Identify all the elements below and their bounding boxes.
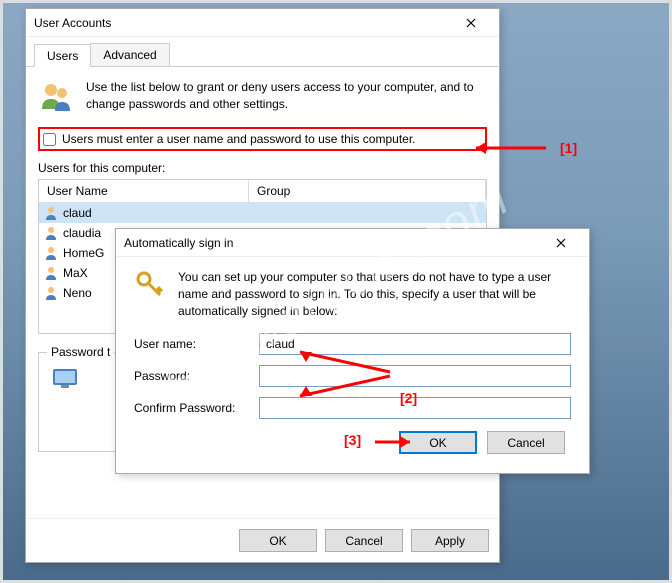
user-icon: [43, 225, 59, 241]
user-icon: [43, 245, 59, 261]
dialog-titlebar: Automatically sign in: [116, 229, 589, 257]
column-group[interactable]: Group: [249, 180, 486, 202]
annotation-1: [1]: [560, 140, 577, 156]
dialog-ok-button[interactable]: OK: [399, 431, 477, 454]
window-title: User Accounts: [34, 16, 111, 30]
list-header: User Name Group: [39, 180, 486, 203]
confirm-row: Confirm Password:: [134, 397, 571, 419]
user-icon: [43, 265, 59, 281]
close-icon: [466, 18, 476, 28]
user-name-cell: claud: [63, 206, 92, 220]
user-name-cell: MaX: [63, 266, 88, 280]
tab-strip: Users Advanced: [26, 37, 499, 67]
users-icon: [38, 79, 74, 115]
keys-icon: [134, 269, 166, 301]
password-legend: Password t: [47, 345, 114, 359]
users-for-label: Users for this computer:: [38, 161, 487, 175]
tab-advanced[interactable]: Advanced: [90, 43, 169, 66]
username-input[interactable]: [259, 333, 571, 355]
user-name-cell: claudia: [63, 226, 101, 240]
password-label: Password:: [134, 369, 259, 383]
user-icon: [43, 285, 59, 301]
password-row: Password:: [134, 365, 571, 387]
must-enter-checkbox[interactable]: [43, 133, 56, 146]
password-input[interactable]: [259, 365, 571, 387]
main-button-row: OK Cancel Apply: [26, 518, 499, 562]
must-enter-checkbox-row[interactable]: Users must enter a user name and passwor…: [38, 127, 487, 151]
dialog-title: Automatically sign in: [124, 236, 233, 250]
close-icon: [556, 238, 566, 248]
monitor-key-icon: [49, 363, 85, 399]
intro-text: Use the list below to grant or deny user…: [86, 79, 487, 115]
ok-button[interactable]: OK: [239, 529, 317, 552]
close-button[interactable]: [451, 13, 491, 33]
auto-signin-dialog: Automatically sign in You can set up you…: [115, 228, 590, 474]
confirm-input[interactable]: [259, 397, 571, 419]
dialog-intro-text: You can set up your computer so that use…: [178, 269, 571, 319]
dialog-close-button[interactable]: [541, 233, 581, 253]
username-row: User name:: [134, 333, 571, 355]
tab-users[interactable]: Users: [34, 44, 91, 67]
user-name-cell: HomeG: [63, 246, 104, 260]
confirm-label: Confirm Password:: [134, 401, 259, 415]
column-username[interactable]: User Name: [39, 180, 249, 202]
titlebar: User Accounts: [26, 9, 499, 37]
intro-row: Use the list below to grant or deny user…: [38, 79, 487, 115]
list-item[interactable]: claud: [39, 203, 486, 223]
user-name-cell: Neno: [63, 286, 92, 300]
dialog-button-row: OK Cancel: [134, 431, 571, 454]
user-icon: [43, 205, 59, 221]
dialog-cancel-button[interactable]: Cancel: [487, 431, 565, 454]
username-label: User name:: [134, 337, 259, 351]
apply-button[interactable]: Apply: [411, 529, 489, 552]
dialog-intro: You can set up your computer so that use…: [134, 269, 571, 319]
cancel-button[interactable]: Cancel: [325, 529, 403, 552]
must-enter-label: Users must enter a user name and passwor…: [62, 132, 416, 146]
